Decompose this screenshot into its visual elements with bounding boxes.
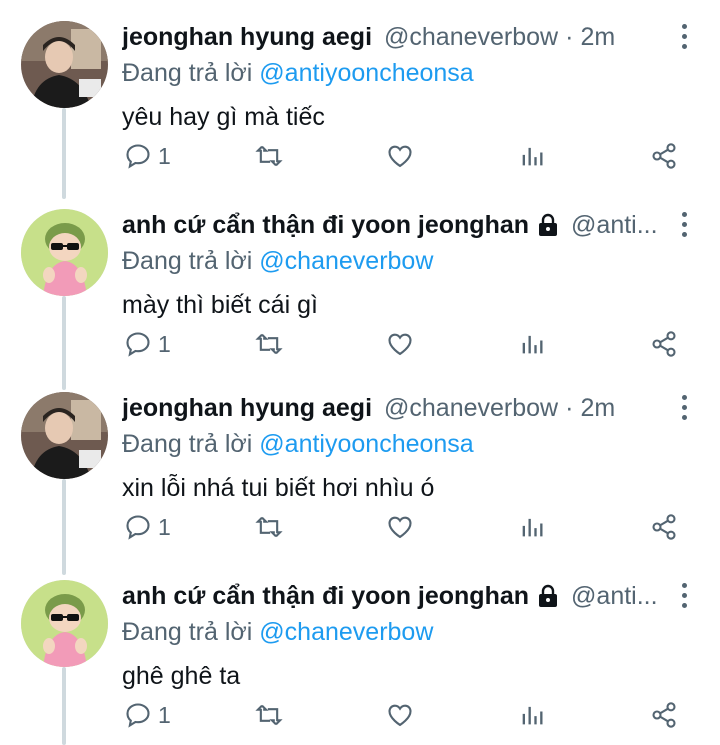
reply-mention-link[interactable]: @chaneverbow [259, 618, 433, 646]
action-bar: 1 [0, 701, 720, 737]
avatar[interactable] [21, 209, 108, 296]
heart-icon [388, 704, 412, 727]
author-handle[interactable]: @anti... [571, 582, 658, 611]
tweet-text: ghê ghê ta [122, 662, 241, 690]
replying-to: Đang trả lời @chaneverbow [122, 615, 662, 649]
reply-prefix: Đang trả lời [122, 247, 253, 275]
author-name[interactable]: jeonghan hyung aegi [122, 23, 372, 52]
reply-count: 1 [158, 330, 171, 357]
avatar[interactable] [21, 392, 108, 479]
reply-button[interactable]: 1 [124, 330, 171, 358]
action-bar: 1 [0, 142, 720, 178]
reply-mention-link[interactable]: @chaneverbow [259, 247, 433, 275]
lock-icon [539, 213, 558, 236]
reply-prefix: Đang trả lời [122, 430, 253, 458]
cartoon-sunglasses-avatar [21, 580, 108, 667]
cartoon-sunglasses-avatar [21, 209, 108, 296]
retweet-icon [255, 516, 283, 538]
heart-icon [388, 333, 412, 356]
analytics-icon [522, 518, 543, 537]
reply-icon [126, 703, 150, 728]
author-name[interactable]: jeonghan hyung aegi [122, 394, 372, 423]
tweet[interactable]: jeonghan hyung aegi @chaneverbow · 2m Đa… [0, 371, 720, 557]
author-handle[interactable]: @anti... [571, 211, 658, 240]
share-icon [652, 143, 676, 169]
separator-dot: · [565, 393, 574, 422]
reply-button[interactable]: 1 [124, 142, 171, 170]
person-photo-avatar [21, 392, 108, 479]
share-button[interactable] [650, 701, 678, 729]
reply-icon [126, 332, 150, 357]
retweet-button[interactable] [255, 330, 283, 358]
analytics-button[interactable] [518, 701, 546, 729]
lock-icon [539, 584, 558, 607]
share-icon [652, 514, 676, 540]
tweet[interactable]: jeonghan hyung aegi @chaneverbow · 2m Đa… [0, 0, 720, 186]
tweet[interactable]: anh cứ cẩn thận đi yoon jeonghan @anti..… [0, 559, 720, 745]
retweet-icon [255, 333, 283, 355]
author-handle[interactable]: @chaneverbow [384, 23, 558, 52]
more-options-icon[interactable] [676, 395, 692, 423]
analytics-icon [522, 335, 543, 354]
replying-to: Đang trả lời @chaneverbow [122, 244, 662, 278]
tweet[interactable]: anh cứ cẩn thận đi yoon jeonghan @anti..… [0, 188, 720, 374]
reply-count: 1 [158, 142, 171, 169]
tweet-text: yêu hay gì mà tiếc [122, 103, 325, 131]
reply-prefix: Đang trả lời [122, 59, 253, 87]
action-bar: 1 [0, 513, 720, 549]
reply-icon [126, 144, 150, 169]
reply-icon [126, 515, 150, 540]
share-button[interactable] [650, 330, 678, 358]
analytics-icon [522, 706, 543, 725]
reply-mention-link[interactable]: @antiyooncheonsa [259, 59, 473, 87]
more-options-icon[interactable] [676, 24, 692, 52]
reply-prefix: Đang trả lời [122, 618, 253, 646]
tweet-text: xin lỗi nhá tui biết hơi nhìu ó [122, 474, 435, 502]
like-button[interactable] [386, 330, 414, 358]
avatar[interactable] [21, 580, 108, 667]
more-options-icon[interactable] [676, 212, 692, 240]
analytics-button[interactable] [518, 330, 546, 358]
reply-count: 1 [158, 513, 171, 540]
person-photo-avatar [21, 21, 108, 108]
author-name[interactable]: anh cứ cẩn thận đi yoon jeonghan [122, 211, 529, 240]
action-bar: 1 [0, 330, 720, 366]
reply-button[interactable]: 1 [124, 701, 171, 729]
retweet-icon [255, 145, 283, 167]
avatar[interactable] [21, 21, 108, 108]
separator-dot: · [565, 22, 574, 51]
reply-count: 1 [158, 701, 171, 728]
author-handle[interactable]: @chaneverbow [384, 394, 558, 423]
analytics-button[interactable] [518, 142, 546, 170]
share-icon [652, 331, 676, 357]
timestamp[interactable]: 2m [580, 23, 615, 52]
retweet-button[interactable] [255, 513, 283, 541]
timestamp[interactable]: 2m [580, 394, 615, 423]
replying-to: Đang trả lời @antiyooncheonsa [122, 56, 662, 90]
retweet-button[interactable] [255, 701, 283, 729]
reply-button[interactable]: 1 [124, 513, 171, 541]
share-icon [652, 702, 676, 728]
like-button[interactable] [386, 513, 414, 541]
share-button[interactable] [650, 513, 678, 541]
retweet-icon [255, 704, 283, 726]
reply-mention-link[interactable]: @antiyooncheonsa [259, 430, 473, 458]
replying-to: Đang trả lời @antiyooncheonsa [122, 427, 662, 461]
tweet-text: mày thì biết cái gì [122, 291, 318, 319]
more-options-icon[interactable] [676, 583, 692, 611]
share-button[interactable] [650, 142, 678, 170]
retweet-button[interactable] [255, 142, 283, 170]
heart-icon [388, 145, 412, 168]
analytics-icon [522, 147, 543, 166]
heart-icon [388, 516, 412, 539]
like-button[interactable] [386, 142, 414, 170]
analytics-button[interactable] [518, 513, 546, 541]
author-name[interactable]: anh cứ cẩn thận đi yoon jeonghan [122, 582, 529, 611]
like-button[interactable] [386, 701, 414, 729]
